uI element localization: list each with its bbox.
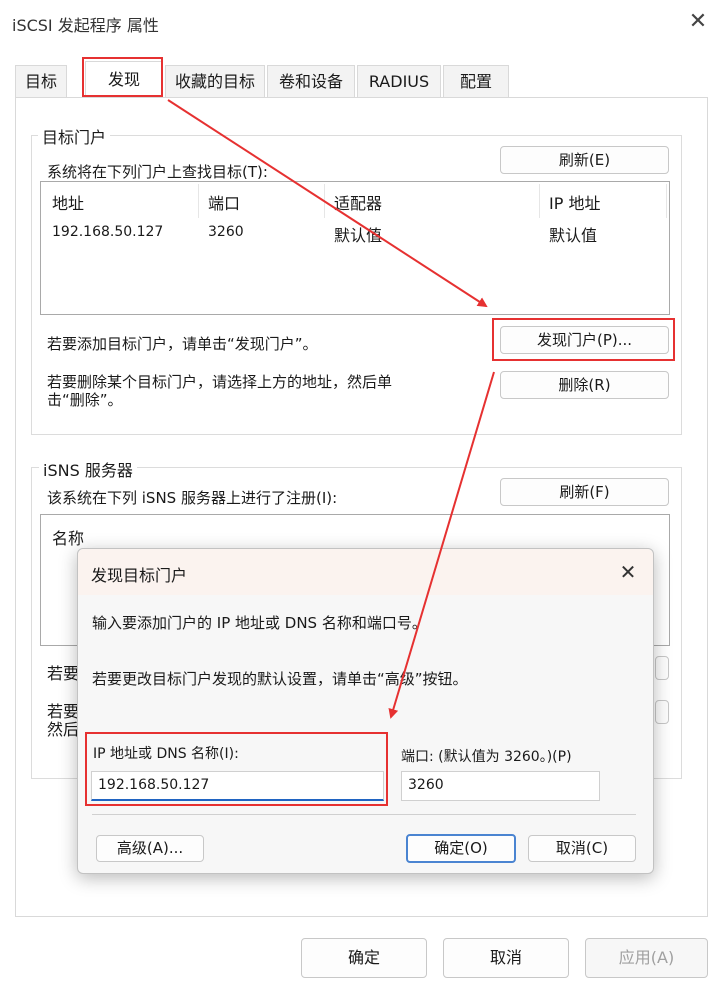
arrow-tab-to-discover-button — [167, 99, 488, 308]
annotation-arrows — [167, 99, 495, 719]
arrow-button-to-ip-field — [388, 371, 495, 719]
